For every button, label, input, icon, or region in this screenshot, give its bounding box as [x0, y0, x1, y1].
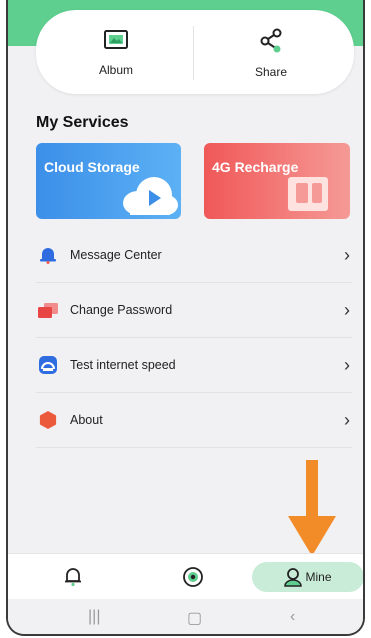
quick-actions-divider	[193, 26, 194, 80]
chevron-right-icon: ›	[344, 410, 350, 430]
menu-item-about[interactable]: About ›	[36, 393, 352, 448]
album-button[interactable]: Album	[56, 28, 176, 77]
recent-apps-icon[interactable]: |||	[88, 608, 100, 626]
menu-item-message-center[interactable]: Message Center ›	[36, 228, 352, 283]
album-icon	[104, 30, 128, 49]
sim-card-icon	[288, 177, 328, 211]
cloud-storage-card[interactable]: Cloud Storage	[36, 143, 181, 219]
menu-item-label: Test internet speed	[70, 358, 176, 372]
tab-camera[interactable]	[178, 562, 208, 592]
phone-screen: Album Share My Services Cloud Storage 4G…	[6, 0, 365, 636]
services-title: My Services	[36, 114, 129, 131]
bottom-tab-bar: Mine	[8, 553, 363, 599]
menu-list: Message Center › Change Password › Test …	[36, 228, 352, 448]
tab-mine-label: Mine	[305, 570, 332, 584]
speedometer-icon	[39, 356, 57, 374]
password-icon	[38, 303, 58, 318]
bell-outline-icon	[65, 568, 81, 587]
tab-mine[interactable]: Mine	[252, 562, 363, 592]
camera-icon	[183, 567, 203, 587]
orange-arrow-annotation	[288, 460, 336, 556]
album-label: Album	[98, 63, 133, 77]
chevron-right-icon: ›	[344, 355, 350, 375]
menu-item-label: About	[70, 413, 103, 427]
home-icon[interactable]: ▢	[187, 608, 202, 628]
hexagon-icon	[39, 411, 57, 429]
chevron-right-icon: ›	[344, 245, 350, 265]
menu-item-test-speed[interactable]: Test internet speed ›	[36, 338, 352, 393]
share-button[interactable]: Share	[211, 28, 331, 79]
system-nav-bar: ||| ▢ ‹	[8, 599, 363, 634]
user-icon	[284, 568, 303, 587]
menu-item-label: Change Password	[70, 303, 173, 317]
menu-item-label: Message Center	[70, 248, 162, 262]
cloud-play-icon	[123, 177, 178, 215]
share-label: Share	[254, 65, 288, 79]
menu-item-change-password[interactable]: Change Password ›	[36, 283, 352, 338]
4g-recharge-card[interactable]: 4G Recharge	[204, 143, 350, 219]
share-icon	[260, 28, 282, 53]
bell-icon	[40, 248, 56, 264]
back-icon[interactable]: ‹	[290, 608, 295, 626]
quick-actions-card: Album Share	[36, 10, 354, 94]
chevron-right-icon: ›	[344, 300, 350, 320]
tab-alerts[interactable]	[58, 562, 88, 592]
